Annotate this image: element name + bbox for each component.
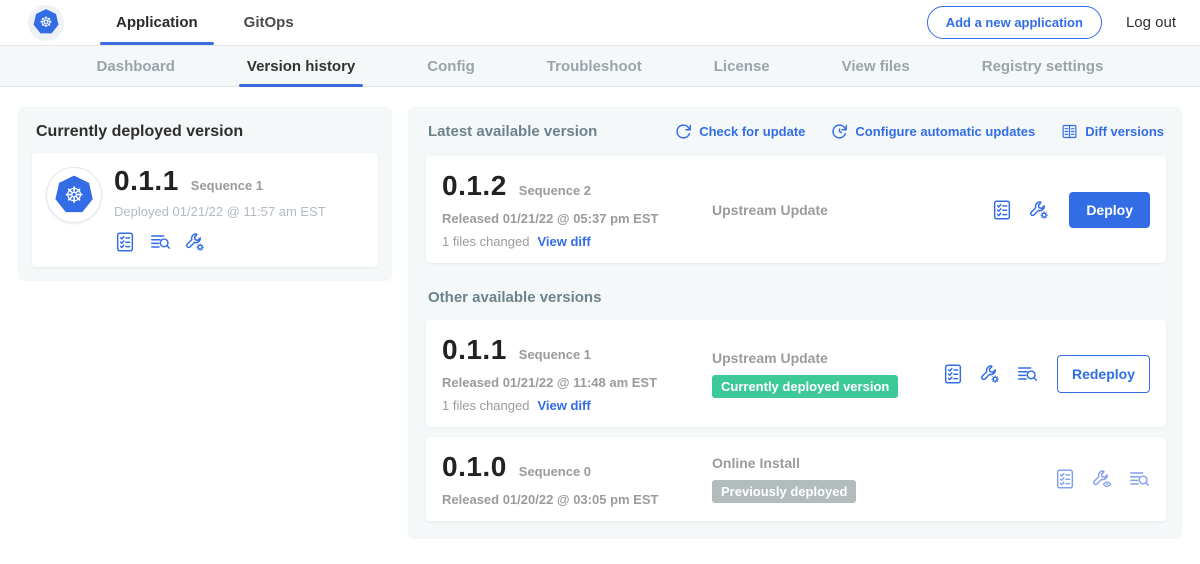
deployed-version-number: 0.1.1 xyxy=(114,165,179,197)
check-for-update-link[interactable]: Check for update xyxy=(675,123,805,140)
version-number: 0.1.0 xyxy=(442,451,507,483)
previously-deployed-badge: Previously deployed xyxy=(712,480,856,503)
view-config-icon[interactable] xyxy=(1091,468,1113,490)
logs-icon[interactable] xyxy=(1016,363,1038,385)
diff-versions-link[interactable]: Diff versions xyxy=(1061,123,1164,140)
sequence-label: Sequence 2 xyxy=(519,183,591,198)
version-card-0-1-1: 0.1.1 Sequence 1 Released 01/21/22 @ 11:… xyxy=(426,320,1166,427)
view-diff-link[interactable]: View diff xyxy=(537,398,590,413)
sequence-label: Sequence 0 xyxy=(519,464,591,479)
deployed-card-body: 0.1.1 Sequence 1 Deployed 01/21/22 @ 11:… xyxy=(114,165,326,253)
top-tabs: Application GitOps xyxy=(100,0,324,45)
currently-deployed-panel: Currently deployed version 0.1.1 Sequenc… xyxy=(18,107,392,281)
files-changed-label: 1 files changed xyxy=(442,234,529,249)
latest-available-header: Latest available version xyxy=(428,123,597,140)
check-for-update-label: Check for update xyxy=(699,124,805,139)
config-icon[interactable] xyxy=(1028,199,1050,221)
subnav-item-version-history[interactable]: Version history xyxy=(239,46,363,86)
subnav-item-registry-settings[interactable]: Registry settings xyxy=(974,46,1112,86)
released-timestamp: Released 01/21/22 @ 05:37 pm EST xyxy=(442,211,696,226)
main-content: Currently deployed version 0.1.1 Sequenc… xyxy=(0,87,1200,539)
diff-versions-label: Diff versions xyxy=(1085,124,1164,139)
logout-link[interactable]: Log out xyxy=(1126,14,1176,31)
subnav-item-view-files[interactable]: View files xyxy=(834,46,918,86)
currently-deployed-badge: Currently deployed version xyxy=(712,375,898,398)
currently-deployed-card: 0.1.1 Sequence 1 Deployed 01/21/22 @ 11:… xyxy=(32,153,378,267)
logs-icon[interactable] xyxy=(149,231,171,253)
version-card-0-1-2: 0.1.2 Sequence 2 Released 01/21/22 @ 05:… xyxy=(426,156,1166,263)
release-notes-icon[interactable] xyxy=(942,363,964,385)
subnav: Dashboard Version history Config Trouble… xyxy=(0,46,1200,87)
currently-deployed-title: Currently deployed version xyxy=(36,123,374,141)
source-label: Upstream Update xyxy=(712,202,979,218)
schedule-update-icon xyxy=(831,123,848,140)
files-changed-label: 1 files changed xyxy=(442,398,529,413)
view-diff-link[interactable]: View diff xyxy=(537,234,590,249)
redeploy-button[interactable]: Redeploy xyxy=(1057,355,1150,393)
deployed-timestamp: Deployed 01/21/22 @ 11:57 am EST xyxy=(114,204,326,219)
release-notes-icon[interactable] xyxy=(114,231,136,253)
config-icon[interactable] xyxy=(979,363,1001,385)
configure-automatic-updates-link[interactable]: Configure automatic updates xyxy=(831,123,1035,140)
subnav-item-license[interactable]: License xyxy=(706,46,778,86)
add-application-button[interactable]: Add a new application xyxy=(927,6,1102,39)
version-card-0-1-0: 0.1.0 Sequence 0 Released 01/20/22 @ 03:… xyxy=(426,437,1166,521)
subnav-item-troubleshoot[interactable]: Troubleshoot xyxy=(539,46,650,86)
other-available-header: Other available versions xyxy=(428,289,1164,306)
release-notes-icon[interactable] xyxy=(1054,468,1076,490)
source-label: Online Install xyxy=(712,455,1042,471)
refresh-icon xyxy=(675,123,692,140)
release-notes-icon[interactable] xyxy=(991,199,1013,221)
released-timestamp: Released 01/20/22 @ 03:05 pm EST xyxy=(442,492,696,507)
subnav-item-config[interactable]: Config xyxy=(419,46,482,86)
deploy-button[interactable]: Deploy xyxy=(1069,192,1150,228)
config-icon[interactable] xyxy=(184,231,206,253)
topbar: Application GitOps Add a new application… xyxy=(0,0,1200,46)
source-label: Upstream Update xyxy=(712,350,930,366)
version-history-panel: Latest available version Check for updat… xyxy=(408,107,1182,539)
version-number: 0.1.1 xyxy=(442,334,507,366)
version-number: 0.1.2 xyxy=(442,170,507,202)
sequence-label: Sequence 1 xyxy=(519,347,591,362)
kubernetes-logo xyxy=(28,5,64,41)
app-icon xyxy=(46,167,102,223)
configure-automatic-updates-label: Configure automatic updates xyxy=(855,124,1035,139)
diff-icon xyxy=(1061,123,1078,140)
logs-icon[interactable] xyxy=(1128,468,1150,490)
subnav-item-dashboard[interactable]: Dashboard xyxy=(89,46,183,86)
deployed-sequence-label: Sequence 1 xyxy=(191,178,263,193)
topbar-right: Add a new application Log out xyxy=(927,0,1176,45)
tab-gitops[interactable]: GitOps xyxy=(228,0,310,45)
tab-application[interactable]: Application xyxy=(100,0,214,45)
released-timestamp: Released 01/21/22 @ 11:48 am EST xyxy=(442,375,696,390)
